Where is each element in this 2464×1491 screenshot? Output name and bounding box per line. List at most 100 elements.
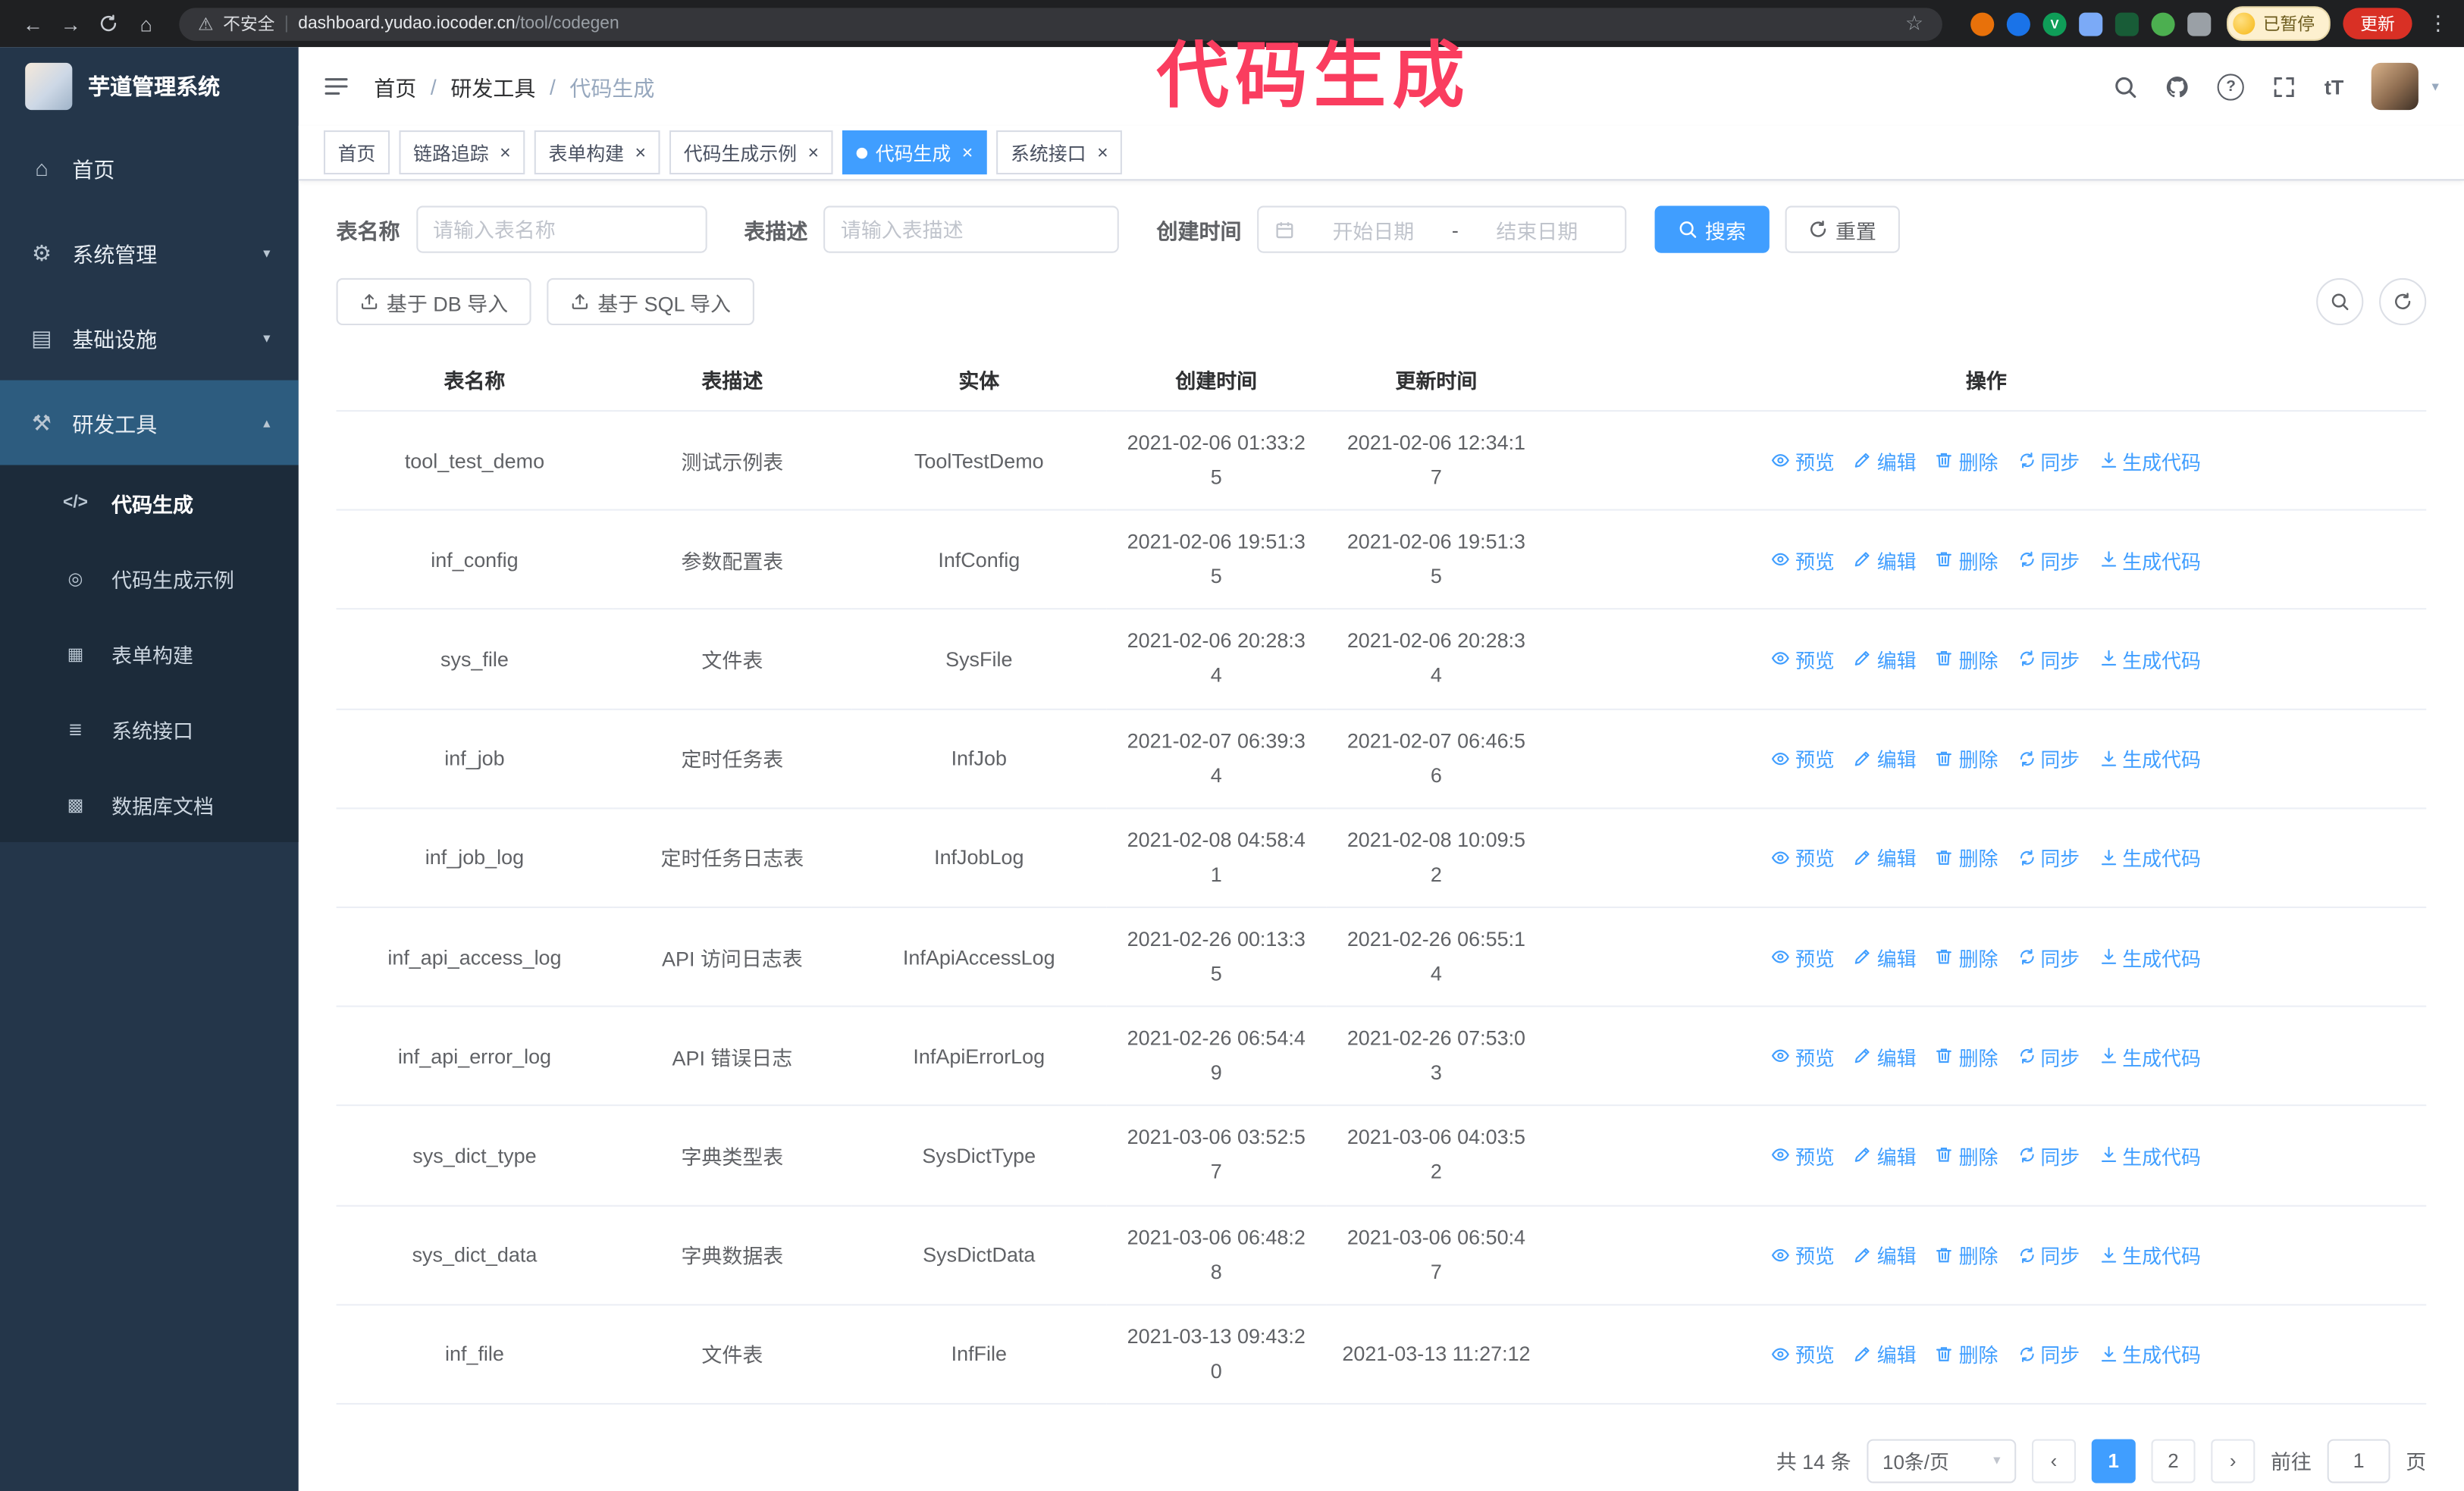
- browser-menu-icon[interactable]: ⋮: [2428, 11, 2448, 36]
- goto-page-input[interactable]: [2327, 1439, 2390, 1483]
- row-action-link[interactable]: 同步: [2017, 942, 2080, 972]
- row-action-link[interactable]: 删除: [1935, 1042, 1998, 1071]
- tab[interactable]: 首页: [323, 130, 390, 175]
- browser-home-button[interactable]: ⌂: [129, 6, 164, 41]
- row-action-link[interactable]: 编辑: [1854, 644, 1917, 674]
- fullscreen-icon[interactable]: [2273, 74, 2296, 98]
- help-icon[interactable]: ?: [2217, 73, 2245, 100]
- row-action-link[interactable]: 生成代码: [2099, 744, 2201, 773]
- row-action-link[interactable]: 生成代码: [2099, 942, 2201, 972]
- row-action-link[interactable]: 预览: [1772, 1141, 1835, 1170]
- row-action-link[interactable]: 同步: [2017, 644, 2080, 674]
- row-action-link[interactable]: 同步: [2017, 744, 2080, 773]
- row-action-link[interactable]: 删除: [1935, 1141, 1998, 1170]
- extension-icon[interactable]: [2114, 11, 2139, 36]
- row-action-link[interactable]: 同步: [2017, 545, 2080, 575]
- extension-icon[interactable]: [2006, 11, 2030, 36]
- extension-icon[interactable]: V: [2042, 11, 2067, 36]
- github-icon[interactable]: [2166, 74, 2190, 98]
- sidebar-item[interactable]: ⌂ 首页: [0, 126, 299, 211]
- row-action-link[interactable]: 编辑: [1854, 446, 1917, 475]
- search-icon[interactable]: [2114, 74, 2137, 98]
- row-action-link[interactable]: 生成代码: [2099, 843, 2201, 872]
- row-action-link[interactable]: 预览: [1772, 942, 1835, 972]
- reset-button[interactable]: 重置: [1785, 205, 1900, 253]
- bookmark-star-icon[interactable]: ☆: [1905, 11, 1923, 36]
- chevron-down-icon[interactable]: ▾: [2431, 78, 2438, 96]
- next-page-button[interactable]: ›: [2211, 1439, 2256, 1483]
- row-action-link[interactable]: 同步: [2017, 1042, 2080, 1071]
- table-desc-input[interactable]: [823, 205, 1119, 253]
- row-action-link[interactable]: 预览: [1772, 744, 1835, 773]
- security-label[interactable]: 不安全: [223, 11, 274, 36]
- extension-icon[interactable]: [2079, 11, 2103, 36]
- refresh-table-button[interactable]: [2379, 277, 2427, 326]
- address-bar[interactable]: ⚠ 不安全 | dashboard.yudao.iocoder.cn/tool/…: [179, 7, 1942, 40]
- page-button-2[interactable]: 2: [2151, 1439, 2196, 1483]
- update-button[interactable]: 更新: [2343, 8, 2412, 39]
- sidebar-item[interactable]: ⚙ 系统管理 ▾: [0, 211, 299, 296]
- prev-page-button[interactable]: ‹: [2031, 1439, 2076, 1483]
- tab[interactable]: 链路追踪 ×: [399, 130, 525, 175]
- row-action-link[interactable]: 同步: [2017, 1141, 2080, 1170]
- import-db-button[interactable]: 基于 DB 导入: [336, 277, 532, 326]
- row-action-link[interactable]: 同步: [2017, 1240, 2080, 1270]
- app-logo[interactable]: 芋道管理系统: [0, 47, 299, 126]
- row-action-link[interactable]: 预览: [1772, 843, 1835, 872]
- row-action-link[interactable]: 删除: [1935, 942, 1998, 972]
- breadcrumb-home[interactable]: 首页: [374, 70, 416, 102]
- sidebar-item[interactable]: ⚒ 研发工具 ▴: [0, 380, 299, 465]
- page-button-1[interactable]: 1: [2091, 1439, 2136, 1483]
- tab[interactable]: 代码生成 ×: [842, 130, 987, 175]
- hamburger-icon[interactable]: [324, 75, 349, 97]
- row-action-link[interactable]: 编辑: [1854, 744, 1917, 773]
- font-size-icon[interactable]: tT: [2324, 74, 2343, 98]
- forward-button[interactable]: →: [53, 6, 88, 41]
- paused-badge[interactable]: 已暂停: [2227, 6, 2331, 41]
- row-action-link[interactable]: 同步: [2017, 446, 2080, 475]
- puzzle-extensions-icon[interactable]: [2187, 11, 2212, 36]
- avatar[interactable]: [2372, 62, 2419, 111]
- close-icon[interactable]: ×: [808, 143, 820, 162]
- reload-button[interactable]: [91, 6, 126, 41]
- row-action-link[interactable]: 编辑: [1854, 1339, 1917, 1369]
- row-action-link[interactable]: 同步: [2017, 1339, 2080, 1369]
- row-action-link[interactable]: 删除: [1935, 1339, 1998, 1369]
- close-icon[interactable]: ×: [1097, 143, 1108, 162]
- row-action-link[interactable]: 生成代码: [2099, 644, 2201, 674]
- import-sql-button[interactable]: 基于 SQL 导入: [547, 277, 755, 326]
- sidebar-item[interactable]: ▤ 基础设施 ▾: [0, 296, 299, 381]
- row-action-link[interactable]: 编辑: [1854, 1141, 1917, 1170]
- back-button[interactable]: ←: [16, 6, 51, 41]
- sidebar-item[interactable]: </> 代码生成: [0, 465, 299, 540]
- row-action-link[interactable]: 预览: [1772, 1042, 1835, 1071]
- toggle-search-button[interactable]: [2316, 277, 2364, 326]
- row-action-link[interactable]: 预览: [1772, 1339, 1835, 1369]
- row-action-link[interactable]: 删除: [1935, 545, 1998, 575]
- row-action-link[interactable]: 生成代码: [2099, 446, 2201, 475]
- row-action-link[interactable]: 同步: [2017, 843, 2080, 872]
- row-action-link[interactable]: 生成代码: [2099, 1141, 2201, 1170]
- tab[interactable]: 表单构建 ×: [534, 130, 660, 175]
- close-icon[interactable]: ×: [962, 143, 973, 162]
- search-button[interactable]: 搜索: [1654, 205, 1770, 253]
- close-icon[interactable]: ×: [500, 143, 511, 162]
- row-action-link[interactable]: 编辑: [1854, 1042, 1917, 1071]
- date-range-picker[interactable]: 开始日期 - 结束日期: [1257, 205, 1627, 253]
- sidebar-item[interactable]: ▦ 表单构建: [0, 616, 299, 691]
- tab[interactable]: 系统接口 ×: [996, 130, 1123, 175]
- extension-icon[interactable]: [1970, 11, 1995, 36]
- row-action-link[interactable]: 删除: [1935, 843, 1998, 872]
- row-action-link[interactable]: 生成代码: [2099, 545, 2201, 575]
- row-action-link[interactable]: 删除: [1935, 644, 1998, 674]
- close-icon[interactable]: ×: [635, 143, 647, 162]
- breadcrumb-tools[interactable]: 研发工具: [450, 70, 535, 102]
- row-action-link[interactable]: 生成代码: [2099, 1042, 2201, 1071]
- row-action-link[interactable]: 删除: [1935, 744, 1998, 773]
- extension-icon[interactable]: [2151, 11, 2175, 36]
- sidebar-item[interactable]: ▩ 数据库文档: [0, 766, 299, 841]
- tab[interactable]: 代码生成示例 ×: [669, 130, 833, 175]
- page-size-select[interactable]: 10条/页 ▾: [1867, 1439, 2017, 1483]
- row-action-link[interactable]: 编辑: [1854, 545, 1917, 575]
- row-action-link[interactable]: 编辑: [1854, 843, 1917, 872]
